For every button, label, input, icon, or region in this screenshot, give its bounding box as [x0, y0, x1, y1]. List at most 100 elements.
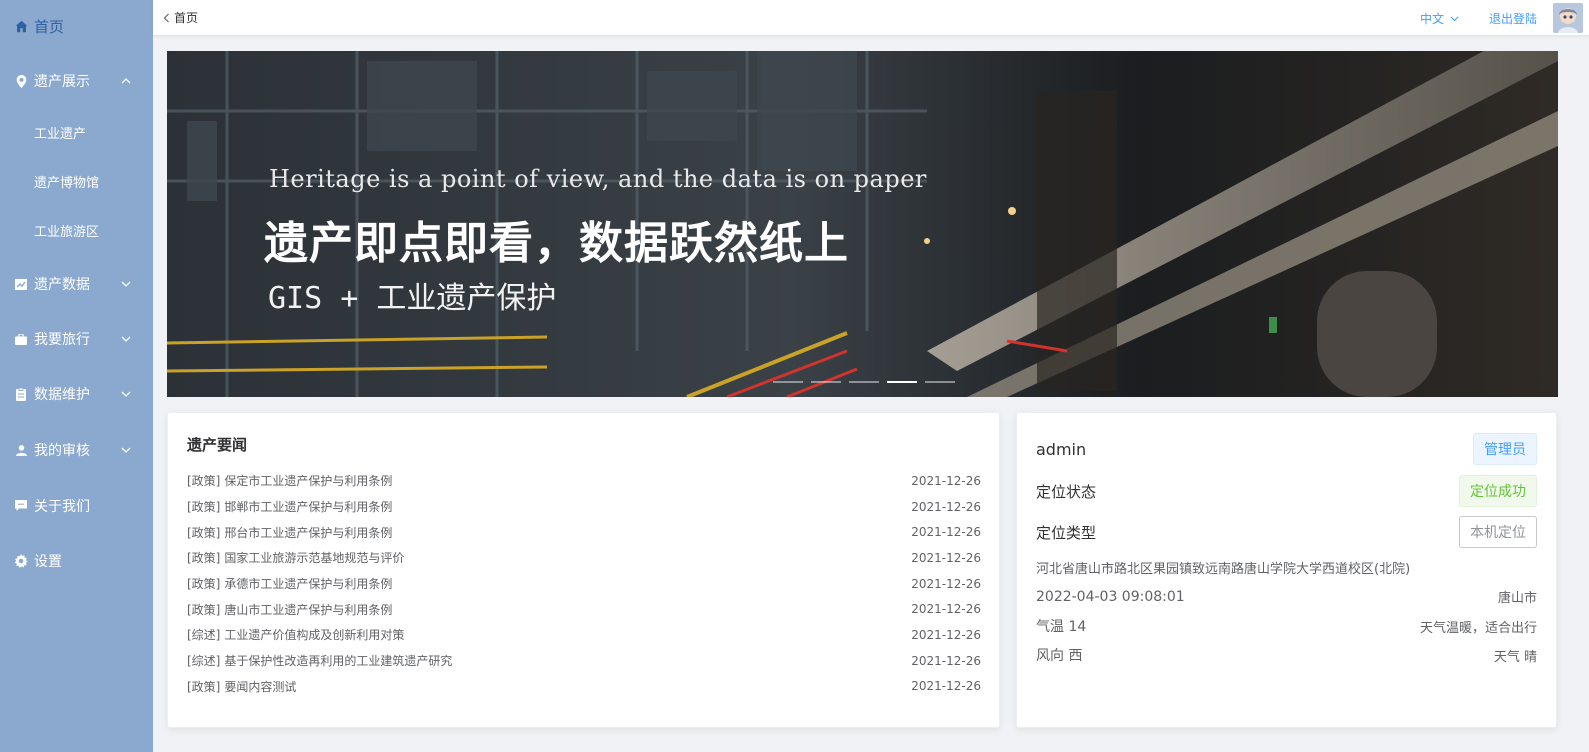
sidebar-item-label: 首页: [34, 17, 65, 36]
news-item-title-text[interactable]: 基于保护性改造再利用的工业建筑遗产研究: [224, 654, 452, 668]
breadcrumb[interactable]: 首页: [163, 9, 198, 26]
suitcase-icon: [14, 332, 28, 346]
news-item[interactable]: [政策] 保定市工业遗产保护与利用条例 2021-12-26: [187, 468, 981, 494]
banner-chinese-headline: 遗产即点即看，数据跃然纸上: [264, 218, 849, 269]
gear-icon: [14, 554, 28, 568]
chevron-down-icon: [121, 445, 131, 455]
chevron-down-icon: [121, 389, 131, 399]
city-text: 唐山市: [1497, 591, 1537, 606]
carousel-indicator[interactable]: [887, 381, 917, 383]
language-label: 中文: [1419, 12, 1444, 26]
news-item-title[interactable]: [综述] 工业遗产价值构成及创新利用对策: [187, 626, 404, 643]
back-arrow-icon[interactable]: [163, 13, 171, 23]
sidebar-item-travel[interactable]: 我要旅行: [0, 319, 153, 359]
news-item-title[interactable]: [政策] 唐山市工业遗产保护与利用条例: [187, 601, 392, 618]
weather-tip-text: 天气温暖，适合出行: [1419, 620, 1537, 636]
chevron-down-icon: [121, 279, 131, 289]
sidebar-item-about[interactable]: 关于我们: [0, 486, 153, 526]
sidebar-item-label: 设置: [34, 554, 62, 570]
banner-english-text: Heritage is a point of view, and the dat…: [269, 165, 927, 193]
location-status-badge: 定位成功: [1459, 475, 1537, 507]
chevron-down-icon: [121, 334, 131, 344]
news-item-tag: [政策]: [187, 602, 221, 617]
news-item-title-text[interactable]: 邢台市工业遗产保护与利用条例: [224, 526, 392, 540]
news-item-tag: [政策]: [187, 551, 221, 566]
sidebar-item-label: 关于我们: [34, 499, 90, 515]
sidebar-item-heritage-display[interactable]: 遗产展示: [0, 61, 153, 101]
language-dropdown[interactable]: 中文: [1420, 10, 1459, 27]
news-item-tag: [综述]: [187, 628, 221, 643]
carousel-indicator[interactable]: [849, 381, 879, 383]
location-icon: [14, 74, 28, 88]
news-item-title[interactable]: [综述] 基于保护性改造再利用的工业建筑遗产研究: [187, 652, 452, 669]
news-item[interactable]: [政策] 国家工业旅游示范基地规范与评价 2021-12-26: [187, 545, 981, 571]
news-item-date: 2021-12-26: [911, 525, 981, 540]
news-card: 遗产要闻 [政策] 保定市工业遗产保护与利用条例 2021-12-26 [政策] 邯郸市…: [167, 412, 1000, 728]
sidebar-item-home[interactable]: 首页: [0, 6, 153, 46]
user-info-card: admin 管理员 定位状态 定位成功 定位类型 本机定位 河北省唐山市路北区果…: [1016, 412, 1557, 728]
news-list[interactable]: [政策] 保定市工业遗产保护与利用条例 2021-12-26 [政策] 邯郸市工业遗产保…: [187, 468, 981, 706]
news-item-date: 2021-12-26: [911, 705, 981, 706]
sidebar-item-heritage-data[interactable]: 遗产数据: [0, 264, 153, 304]
sidebar-item-settings[interactable]: 设置: [0, 541, 153, 581]
sidebar-subitem-tourism-area[interactable]: 工业旅游区: [0, 212, 153, 248]
news-item-title-text[interactable]: 要闻内容测试: [224, 680, 296, 694]
sidebar-item-label: 我的审核: [34, 443, 90, 459]
carousel-indicator[interactable]: [925, 381, 955, 383]
logout-link[interactable]: 退出登陆: [1489, 10, 1537, 27]
news-item-title-text[interactable]: 唐山市工业遗产保护与利用条例: [224, 603, 392, 617]
sidebar: 首页 遗产展示 工业遗产 遗产博物馆 工业旅游区 遗产数据 我要旅行 数据维护 …: [0, 0, 153, 752]
news-item[interactable]: [综述] 基于保护性改造再利用的工业建筑遗产研究 2021-12-26: [187, 648, 981, 674]
news-item[interactable]: [政策] 承德市工业遗产保护与利用条例 2021-12-26: [187, 571, 981, 597]
news-item[interactable]: [政策] 邯郸市工业遗产保护与利用条例 2021-12-26: [187, 494, 981, 520]
carousel-indicator[interactable]: [773, 381, 803, 383]
sidebar-subitem-heritage-museum[interactable]: 遗产博物馆: [0, 163, 153, 199]
news-item-title-text[interactable]: 国家工业旅游示范基地规范与评价: [224, 551, 404, 565]
clipboard-icon: [14, 387, 28, 401]
carousel-indicator[interactable]: [811, 381, 841, 383]
carousel-indicators: [773, 381, 963, 383]
sidebar-item-label: 遗产数据: [34, 277, 90, 293]
sidebar-item-label: 遗产展示: [34, 74, 90, 90]
news-item[interactable]: [政策] 唐山市工业遗产保护与利用条例 2021-12-26: [187, 596, 981, 622]
news-item-title[interactable]: [通知]要闻内容测试: [187, 704, 296, 707]
news-item-title[interactable]: [政策] 邢台市工业遗产保护与利用条例: [187, 524, 392, 541]
news-item[interactable]: [综述] 工业遗产价值构成及创新利用对策 2021-12-26: [187, 622, 981, 648]
username: admin: [1036, 439, 1087, 459]
news-item[interactable]: [政策] 要闻内容测试 2021-12-26: [187, 674, 981, 700]
news-item-title[interactable]: [政策] 国家工业旅游示范基地规范与评价: [187, 549, 404, 566]
top-header: 首页 中文 退出登陆: [153, 0, 1589, 36]
sidebar-item-maintenance[interactable]: 数据维护: [0, 374, 153, 414]
location-type-label: 定位类型: [1036, 523, 1097, 542]
news-item-title-text[interactable]: 承德市工业遗产保护与利用条例: [224, 577, 392, 591]
news-item[interactable]: [通知]要闻内容测试 2021-12-26: [187, 699, 981, 706]
news-item-date: 2021-12-26: [911, 602, 981, 617]
location-status-label: 定位状态: [1036, 482, 1097, 501]
news-item-date: 2021-12-26: [911, 627, 981, 642]
news-item-title[interactable]: [政策] 保定市工业遗产保护与利用条例: [187, 472, 392, 489]
address-text: 河北省唐山市路北区果园镇致远南路唐山学院大学西道校区(北院): [1036, 562, 1411, 577]
hero-carousel[interactable]: Heritage is a point of view, and the dat…: [167, 51, 1558, 397]
avatar[interactable]: [1553, 3, 1583, 33]
sidebar-item-review[interactable]: 我的审核: [0, 430, 153, 470]
news-item-title[interactable]: [政策] 邯郸市工业遗产保护与利用条例: [187, 498, 392, 515]
news-item-tag: [政策]: [187, 500, 221, 515]
news-item-title-text[interactable]: 工业遗产价值构成及创新利用对策: [224, 628, 404, 642]
news-item-tag: [综述]: [187, 654, 221, 669]
location-type-badge: 本机定位: [1459, 516, 1537, 548]
breadcrumb-home-link[interactable]: 首页: [174, 9, 198, 26]
news-item-title[interactable]: [政策] 要闻内容测试: [187, 678, 296, 695]
news-item-tag: [政策]: [187, 525, 221, 540]
news-item-title[interactable]: [政策] 承德市工业遗产保护与利用条例: [187, 575, 392, 592]
chevron-down-icon: [1450, 15, 1459, 23]
news-item-title-text[interactable]: 保定市工业遗产保护与利用条例: [224, 474, 392, 488]
temperature-text: 气温 14: [1036, 619, 1087, 635]
news-item-tag: [政策]: [187, 679, 221, 694]
datetime-text: 2022-04-03 09:08:01: [1036, 588, 1185, 605]
role-badge: 管理员: [1473, 433, 1537, 465]
sidebar-subitem-industrial-heritage[interactable]: 工业遗产: [0, 114, 153, 150]
news-item-date: 2021-12-26: [911, 499, 981, 514]
sidebar-item-label: 我要旅行: [34, 332, 90, 348]
news-item[interactable]: [政策] 邢台市工业遗产保护与利用条例 2021-12-26: [187, 519, 981, 545]
news-item-title-text[interactable]: 邯郸市工业遗产保护与利用条例: [224, 500, 392, 514]
